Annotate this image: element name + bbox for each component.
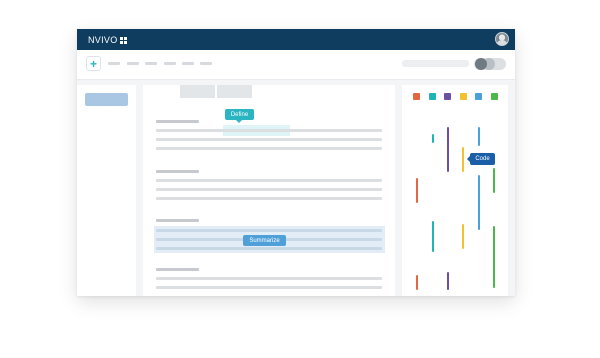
coding-stripe[interactable] — [447, 127, 449, 172]
toolbar-item[interactable] — [164, 62, 176, 65]
user-avatar[interactable] — [495, 32, 509, 46]
code-swatch[interactable] — [459, 93, 467, 100]
brand-logo: NVIVO — [88, 34, 127, 46]
coding-stripe[interactable] — [447, 272, 449, 290]
coding-stripe[interactable] — [416, 178, 418, 203]
toolbar: + — [77, 50, 515, 80]
sidebar — [77, 85, 136, 296]
toolbar-item[interactable] — [127, 62, 139, 65]
text-line — [156, 277, 382, 280]
brand-name: NVIVO — [88, 35, 118, 45]
text-line — [156, 229, 382, 232]
summarize-label: Summarize — [249, 237, 280, 244]
toolbar-item[interactable] — [182, 62, 194, 65]
coding-stripes-panel: Code — [402, 85, 508, 296]
code-swatch[interactable] — [444, 93, 451, 100]
code-swatch[interactable] — [428, 93, 436, 100]
toggle-knob — [475, 58, 487, 70]
brand-dots-icon — [119, 36, 127, 44]
document-tab[interactable] — [217, 85, 252, 98]
coding-stripe[interactable] — [493, 168, 495, 193]
search-input[interactable] — [402, 60, 469, 67]
text-line — [156, 197, 382, 200]
coding-stripe[interactable] — [416, 275, 418, 290]
text-line — [156, 147, 382, 150]
coding-stripe[interactable] — [478, 127, 480, 146]
code-label: Code — [475, 156, 490, 162]
text-line — [156, 179, 382, 182]
app-window: NVIVO + Define Summarize Code — [77, 29, 515, 296]
code-swatch[interactable] — [413, 93, 420, 100]
coding-stripe[interactable] — [462, 147, 464, 172]
code-tag[interactable]: Code — [467, 153, 495, 165]
sidebar-item-selected[interactable] — [85, 93, 128, 106]
title-bar: NVIVO — [77, 29, 515, 50]
add-button[interactable]: + — [86, 56, 101, 71]
paragraph-heading — [156, 219, 199, 222]
toolbar-item[interactable] — [108, 62, 120, 65]
coding-stripe[interactable] — [432, 134, 434, 143]
text-line — [156, 247, 382, 250]
code-swatch[interactable] — [475, 93, 482, 100]
paragraph-heading — [156, 170, 199, 173]
text-line — [156, 129, 382, 132]
view-toggle[interactable] — [474, 58, 506, 70]
paragraph-heading — [156, 268, 199, 271]
coding-stripe[interactable] — [432, 221, 434, 252]
coding-stripe[interactable] — [478, 175, 480, 230]
document-pane: Define Summarize — [143, 85, 395, 296]
summarize-tag[interactable]: Summarize — [243, 235, 286, 246]
text-line — [156, 138, 382, 141]
document-tab[interactable] — [180, 85, 215, 98]
coding-stripe[interactable] — [493, 226, 495, 288]
plus-icon: + — [89, 56, 97, 71]
coding-stripe[interactable] — [462, 224, 464, 249]
code-swatch[interactable] — [490, 93, 498, 100]
define-tag[interactable]: Define — [225, 109, 254, 123]
text-line — [156, 286, 382, 289]
define-label: Define — [230, 111, 249, 118]
paragraph-heading — [156, 120, 199, 123]
text-line — [156, 188, 382, 191]
toolbar-item[interactable] — [145, 62, 157, 65]
toolbar-item[interactable] — [200, 62, 212, 65]
